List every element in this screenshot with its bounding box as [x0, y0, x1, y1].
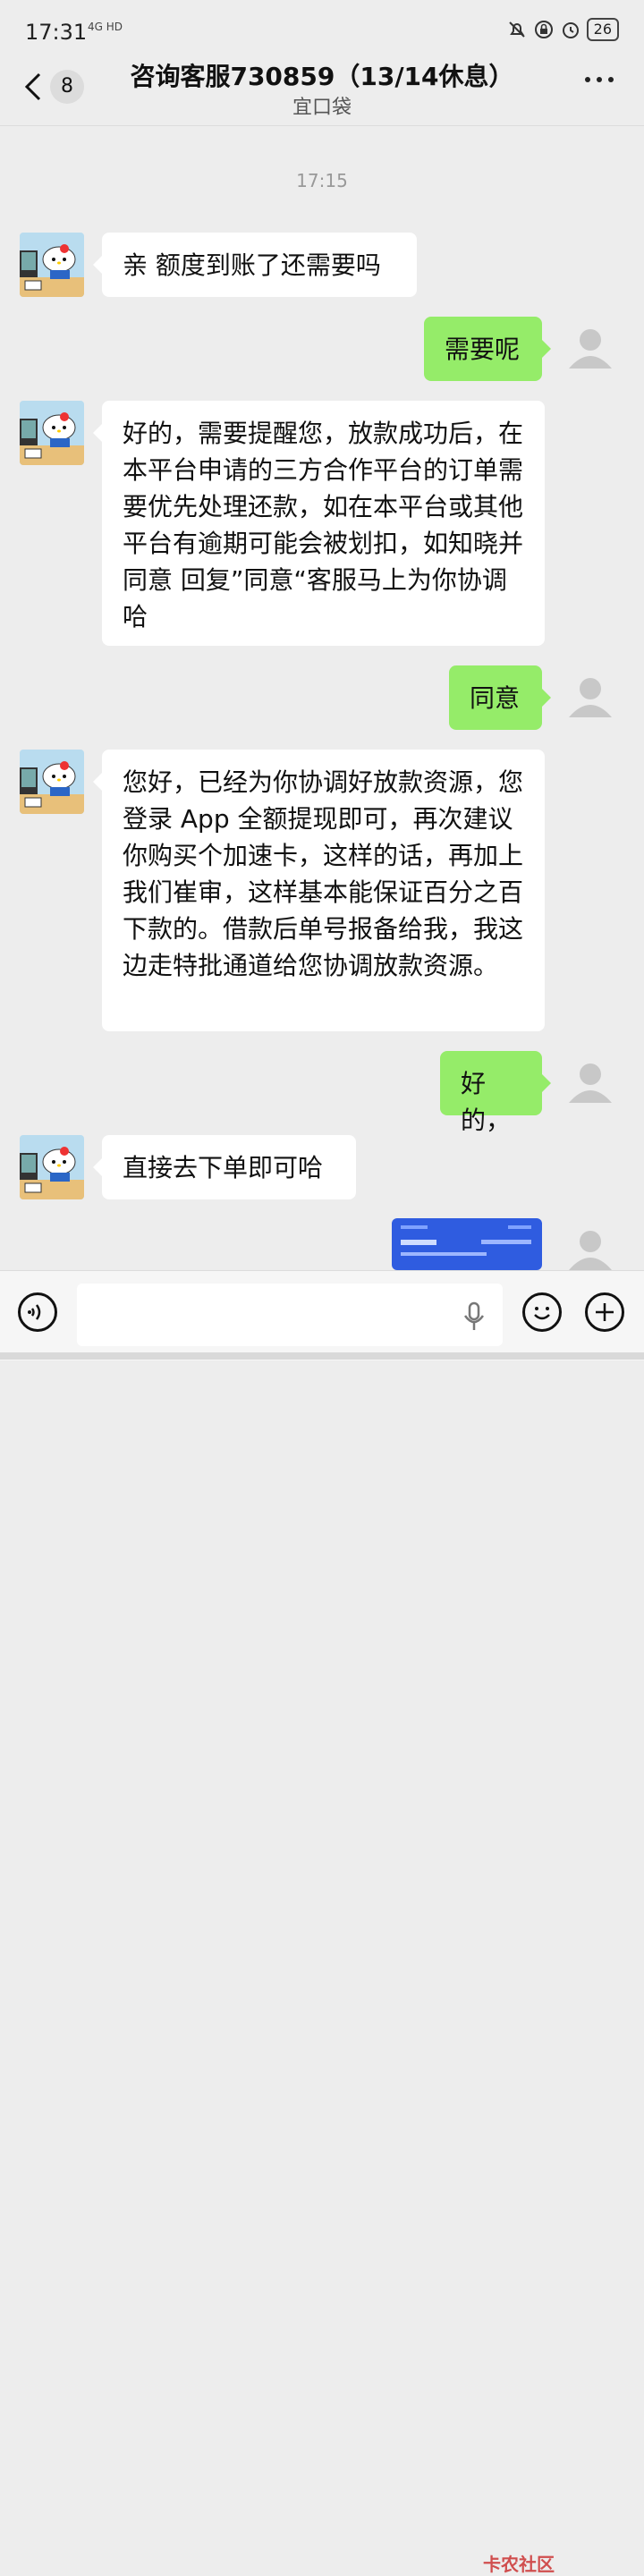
chat-subtitle: 宜口袋 — [292, 97, 352, 119]
more-options-icon[interactable] — [585, 77, 614, 82]
network-indicator: 4G HD — [88, 21, 123, 33]
agent-avatar[interactable] — [20, 1135, 84, 1199]
default-user-avatar-icon — [569, 1063, 612, 1103]
watermark-text: 卡农社区 — [483, 2554, 555, 2575]
message-input-bar: 卡农社区 — [0, 1270, 644, 2575]
voice-mode-icon[interactable] — [18, 1292, 57, 1332]
agent-avatar[interactable] — [20, 233, 84, 297]
default-user-avatar-icon — [569, 1231, 612, 1270]
default-user-avatar-icon — [569, 329, 612, 369]
outgoing-message[interactable]: 好的， — [440, 1051, 551, 1135]
hello-kitty-avatar-icon — [20, 750, 84, 814]
incoming-message[interactable]: 亲 额度到账了还需要吗 — [93, 233, 417, 297]
system-navigation-bar — [0, 1352, 644, 1360]
incoming-message[interactable]: 您好，已经为你协调好放款资源，您登录 App 全额提现即可，再次建议你购买个加速… — [93, 750, 545, 1031]
user-avatar[interactable] — [558, 317, 623, 381]
image-message-thumbnail[interactable] — [392, 1218, 542, 1270]
user-avatar[interactable] — [558, 1051, 623, 1115]
emoji-icon[interactable] — [522, 1292, 562, 1332]
alarm-icon — [562, 22, 579, 38]
chat-title: 咨询客服730859（13/14休息） — [130, 62, 514, 91]
default-user-avatar-icon — [569, 678, 612, 717]
hello-kitty-avatar-icon — [20, 233, 84, 297]
status-icons: 26 — [506, 18, 619, 41]
message-input[interactable] — [77, 1284, 503, 1346]
microphone-icon[interactable] — [462, 1301, 487, 1334]
hello-kitty-avatar-icon — [20, 1135, 84, 1199]
add-attachment-icon[interactable] — [585, 1292, 624, 1332]
user-avatar[interactable] — [558, 1218, 623, 1270]
status-time: 17:31 — [25, 20, 88, 45]
outgoing-message[interactable]: 同意 — [449, 665, 551, 730]
hello-kitty-avatar-icon — [20, 401, 84, 465]
chat-header: 8 咨询客服730859（13/14休息） 宜口袋 — [0, 47, 644, 126]
user-avatar[interactable] — [558, 665, 623, 730]
incoming-message[interactable]: 直接去下单即可哈 — [93, 1135, 356, 1199]
agent-avatar[interactable] — [20, 401, 84, 465]
message-timestamp: 17:15 — [296, 170, 348, 191]
incoming-message[interactable]: 好的，需要提醒您，放款成功后，在本平台申请的三方合作平台的订单需要优先处理还款，… — [93, 401, 545, 646]
mute-bell-icon — [508, 21, 525, 38]
outgoing-message[interactable]: 需要呢 — [424, 317, 551, 381]
lock-rotation-icon — [534, 21, 553, 38]
battery-level: 26 — [586, 18, 619, 41]
agent-avatar[interactable] — [20, 750, 84, 814]
